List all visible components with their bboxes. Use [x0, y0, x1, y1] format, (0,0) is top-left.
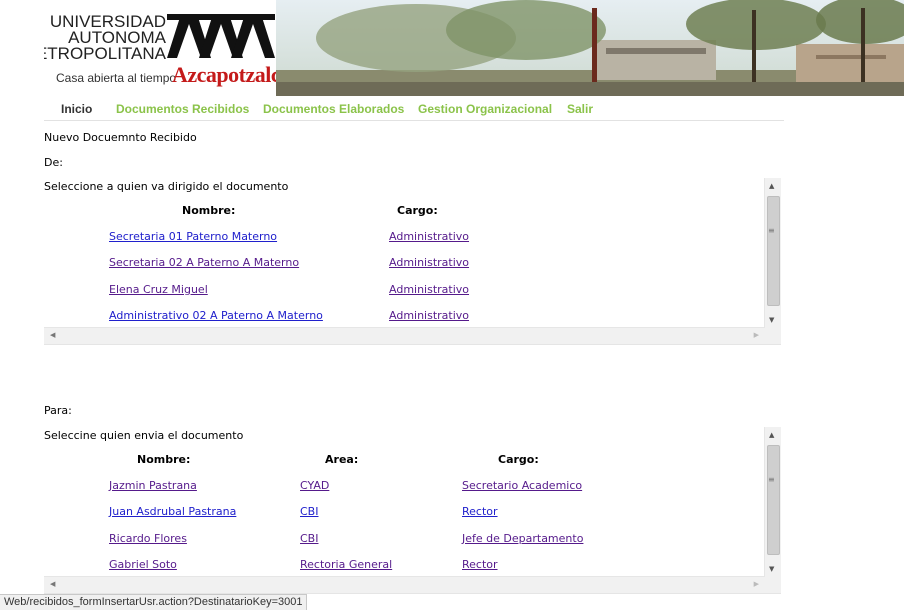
- scroll-right-arrow-icon[interactable]: ▶: [754, 331, 759, 339]
- main-nav: Inicio Documentos Recibidos Documentos E…: [44, 98, 784, 121]
- scroll-left-arrow-icon[interactable]: ◀: [50, 580, 55, 588]
- para-horizontal-scrollbar[interactable]: ◀ ▶: [44, 576, 765, 593]
- para-row-3-cargo[interactable]: Jefe de Departamento: [462, 532, 583, 545]
- para-vertical-scrollbar[interactable]: ▲ ≡ ▼: [764, 427, 781, 577]
- grip-icon: ≡: [768, 475, 775, 484]
- para-row-4-area[interactable]: Rectoria General: [300, 558, 392, 571]
- para-label: Para:: [44, 404, 72, 417]
- para-header-nombre: Nombre:: [137, 453, 191, 466]
- para-header-area: Area:: [325, 453, 359, 466]
- para-row-4-cargo[interactable]: Rector: [462, 558, 498, 571]
- para-row-3-area[interactable]: CBI: [300, 532, 318, 545]
- para-row-3-nombre[interactable]: Ricardo Flores: [109, 532, 187, 545]
- university-name: UNIVERSIDAD AUTONOMA METROPOLITANA: [44, 13, 166, 63]
- logo-line-3: METROPOLITANA: [44, 44, 166, 63]
- para-header-cargo: Cargo:: [498, 453, 539, 466]
- scroll-thumb[interactable]: [767, 445, 780, 555]
- campus-photo: [276, 0, 904, 96]
- de-row-1-nombre[interactable]: Secretaria 01 Paterno Materno: [109, 230, 277, 243]
- de-row-3-nombre[interactable]: Elena Cruz Miguel: [109, 283, 208, 296]
- uam-emblem-icon: [167, 14, 275, 58]
- de-row-4-nombre[interactable]: Administrativo 02 A Paterno A Materno: [109, 309, 323, 322]
- de-vertical-scrollbar[interactable]: ▲ ≡ ▼: [764, 178, 781, 328]
- scroll-down-arrow-icon[interactable]: ▼: [769, 316, 774, 324]
- para-row-2-cargo[interactable]: Rector: [462, 505, 498, 518]
- header-banner: UNIVERSIDAD AUTONOMA METROPOLITANA Casa …: [44, 0, 904, 96]
- tagline: Casa abierta al tiempo: [56, 71, 177, 85]
- browser-status-bar: Web/recibidos_formInsertarUsr.action?Des…: [0, 594, 308, 610]
- scroll-up-arrow-icon[interactable]: ▲: [769, 182, 774, 190]
- de-label: De:: [44, 156, 63, 169]
- scroll-down-arrow-icon[interactable]: ▼: [769, 565, 774, 573]
- page-title: Nuevo Docuemnto Recibido: [44, 131, 197, 144]
- de-row-2-nombre[interactable]: Secretaria 02 A Paterno A Materno: [109, 256, 299, 269]
- de-row-3-cargo[interactable]: Administrativo: [389, 283, 469, 296]
- de-recipients-panel: Nombre: Cargo: Secretaria 01 Paterno Mat…: [44, 178, 781, 345]
- scroll-right-arrow-icon[interactable]: ▶: [754, 580, 759, 588]
- de-horizontal-scrollbar[interactable]: ◀ ▶: [44, 327, 765, 344]
- nav-inicio[interactable]: Inicio: [61, 102, 92, 116]
- nav-salir[interactable]: Salir: [567, 102, 593, 116]
- nav-gestion-organizacional[interactable]: Gestion Organizacional: [418, 102, 552, 116]
- scroll-corner: [765, 328, 781, 344]
- de-row-2-cargo[interactable]: Administrativo: [389, 256, 469, 269]
- de-header-cargo: Cargo:: [397, 204, 438, 217]
- para-senders-panel: Nombre: Area: Cargo: Jazmin Pastrana CYA…: [44, 427, 781, 594]
- de-row-1-cargo[interactable]: Administrativo: [389, 230, 469, 243]
- nav-documentos-recibidos[interactable]: Documentos Recibidos: [116, 102, 249, 116]
- para-row-2-nombre[interactable]: Juan Asdrubal Pastrana: [109, 505, 236, 518]
- de-row-4-cargo[interactable]: Administrativo: [389, 309, 469, 322]
- para-row-1-nombre[interactable]: Jazmin Pastrana: [109, 479, 197, 492]
- scroll-corner: [765, 577, 781, 593]
- para-row-1-area[interactable]: CYAD: [300, 479, 329, 492]
- campus-name: Azcapotzalco: [172, 62, 291, 87]
- grip-icon: ≡: [768, 226, 775, 235]
- para-row-1-cargo[interactable]: Secretario Academico: [462, 479, 582, 492]
- scroll-left-arrow-icon[interactable]: ◀: [50, 331, 55, 339]
- scroll-up-arrow-icon[interactable]: ▲: [769, 431, 774, 439]
- uam-logo: UNIVERSIDAD AUTONOMA METROPOLITANA Casa …: [44, 0, 291, 96]
- para-row-2-area[interactable]: CBI: [300, 505, 318, 518]
- para-row-4-nombre[interactable]: Gabriel Soto: [109, 558, 177, 571]
- nav-documentos-elaborados[interactable]: Documentos Elaborados: [263, 102, 404, 116]
- de-header-nombre: Nombre:: [182, 204, 236, 217]
- scroll-thumb[interactable]: [767, 196, 780, 306]
